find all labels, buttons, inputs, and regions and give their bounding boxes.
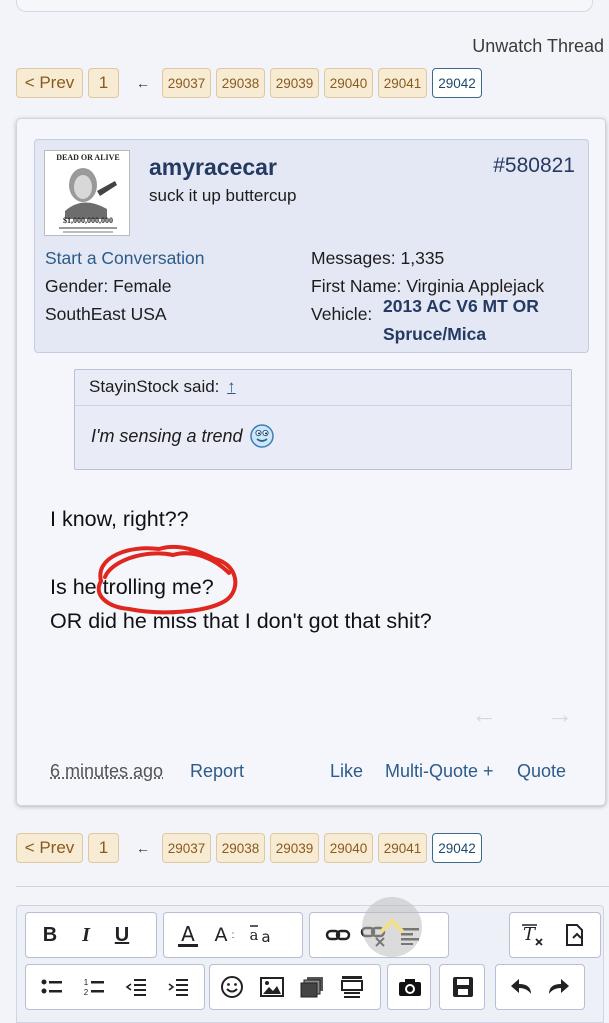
font-family-icon[interactable]: aa [242,913,278,957]
page-1-button[interactable]: 1 [88,68,119,98]
list-group: 12 [25,964,205,1010]
svg-text:T: T [523,924,537,945]
page-button[interactable]: 29040 [324,68,373,98]
save-group [439,964,485,1010]
page-button[interactable]: 29038 [216,68,265,98]
image-icon[interactable] [254,965,290,1009]
svg-text:2: 2 [84,988,89,997]
pagination-bottom: < Prev 1 ← 29037 29038 29039 29040 29041… [16,833,487,863]
restore-draft-icon[interactable] [556,913,592,957]
user-info-box: DEAD OR ALIVE $1,000,000,000 amyracecar … [34,139,589,353]
page-button[interactable]: 29039 [270,68,319,98]
post-time[interactable]: 6 minutes ago [50,761,163,782]
bullet-list-icon[interactable] [34,965,70,1009]
gender-field: Gender: Female [45,276,171,297]
current-page: 29042 [432,833,482,863]
prev-arrow-icon[interactable]: ← [471,699,497,730]
current-page: 29042 [432,68,482,98]
message-line: I know, right?? [50,507,189,531]
page-button[interactable]: 29041 [378,68,427,98]
vehicle-label: Vehicle: [311,304,373,324]
user-title: suck it up buttercup [149,186,297,205]
page-button[interactable]: 29037 [162,68,211,98]
text-color-icon[interactable]: A [170,913,206,957]
svg-text:DEAD OR ALIVE: DEAD OR ALIVE [56,153,120,162]
messages-value: 1,335 [400,248,445,268]
quote-link[interactable]: Quote [517,761,566,782]
clear-group: T [509,912,601,958]
smilies-icon[interactable] [214,965,250,1009]
pagination-top: < Prev 1 ← 29037 29038 29039 29040 29041… [16,68,487,98]
svg-text::: : [232,930,235,941]
unwatch-thread-link[interactable]: Unwatch Thread [472,36,604,57]
page-button[interactable]: 29038 [216,833,265,863]
page-1-button[interactable]: 1 [88,833,119,863]
previous-post-card-edge [16,0,593,12]
report-link[interactable]: Report [190,761,244,782]
svg-text:1: 1 [84,978,89,987]
quote-block: StayinStock said: ↑ I'm sensing a trend [74,369,572,470]
prev-page-button[interactable]: < Prev [16,833,83,863]
history-group [495,964,585,1010]
gender-value: Female [113,276,172,296]
redo-icon[interactable] [540,965,576,1009]
italic-button[interactable]: I [68,913,104,957]
next-arrow-icon[interactable]: → [547,699,573,730]
location-field: SouthEast USA [45,304,167,324]
username-link[interactable]: amyracecar [149,154,277,181]
indent-icon[interactable] [160,965,196,1009]
quote-body: I'm sensing a trend [75,406,571,466]
page-jump-arrow[interactable]: ← [124,840,162,856]
quote-source-link[interactable]: ↑ [227,377,236,396]
bold-button[interactable]: B [32,913,68,957]
template-icon[interactable] [334,965,370,1009]
messages-label: Messages: [311,248,396,268]
avatar-image: DEAD OR ALIVE $1,000,000,000 [45,151,129,235]
remove-format-icon[interactable]: T [514,913,550,957]
messages-field: Messages: 1,335 [311,248,444,269]
post-number-link[interactable]: #580821 [493,154,575,178]
media-icon[interactable] [294,965,330,1009]
numbered-list-icon[interactable]: 12 [76,965,112,1009]
save-draft-icon[interactable] [445,965,481,1009]
editor-toolbar: B I U A A: aa T 1 2 [16,905,604,1023]
camera-icon[interactable] [392,965,428,1009]
font-size-icon[interactable]: A: [206,913,242,957]
chevron-up-icon [380,918,404,933]
scroll-to-top-button[interactable] [362,897,422,957]
gender-label: Gender: [45,276,109,296]
undo-icon[interactable] [504,965,540,1009]
svg-text:a: a [250,926,259,944]
quote-author: StayinStock said: [89,377,220,396]
svg-text:a: a [261,928,270,946]
page-button[interactable]: 29041 [378,833,427,863]
quote-text: I'm sensing a trend [91,425,243,446]
underline-button[interactable]: U [104,913,140,957]
quote-header: StayinStock said: ↑ [75,370,571,406]
red-scribble-annotation [96,544,238,615]
page-button[interactable]: 29037 [162,833,211,863]
svg-text:$1,000,000,000: $1,000,000,000 [63,216,113,225]
svg-text:A: A [181,922,195,946]
format-group: B I U [25,912,157,958]
svg-text:A: A [215,924,228,946]
smiley-icon [249,424,274,448]
user-avatar[interactable]: DEAD OR ALIVE $1,000,000,000 [44,150,130,236]
start-conversation-link[interactable]: Start a Conversation [45,248,205,269]
outdent-icon[interactable] [118,965,154,1009]
page-jump-arrow[interactable]: ← [124,75,162,91]
vehicle-value: 2013 AC V6 MT OR Spruce/Mica [383,296,539,344]
like-link[interactable]: Like [330,761,363,782]
font-group: A A: aa [163,912,303,958]
insert-group [209,964,381,1010]
camera-group [387,964,431,1010]
page-button[interactable]: 29040 [324,833,373,863]
multi-quote-link[interactable]: Multi-Quote + [385,761,494,782]
forum-post: DEAD OR ALIVE $1,000,000,000 amyracecar … [16,118,606,806]
page-button[interactable]: 29039 [270,833,319,863]
link-icon[interactable] [320,913,356,957]
prev-page-button[interactable]: < Prev [16,68,83,98]
